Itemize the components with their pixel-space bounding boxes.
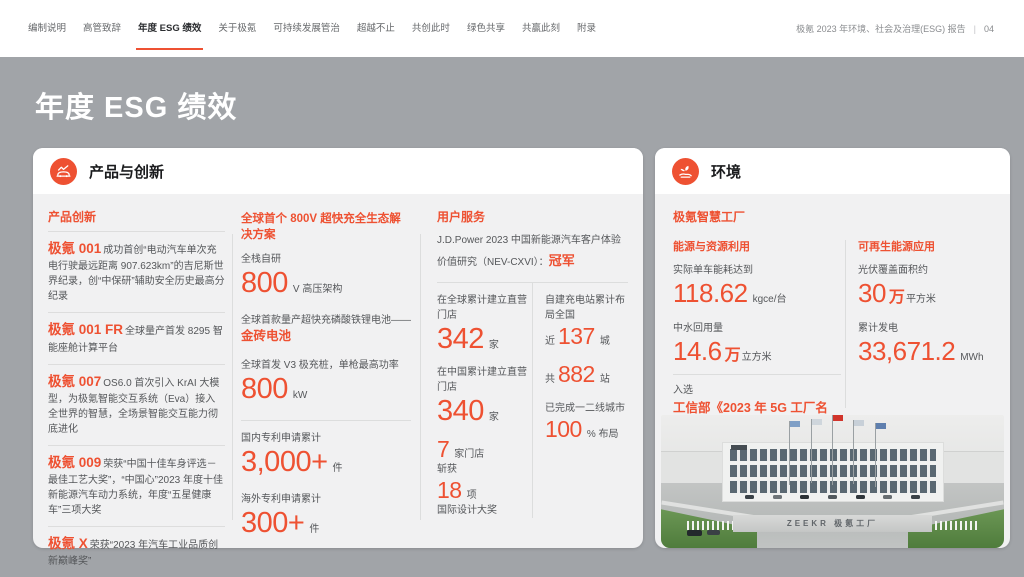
column-divider [845, 240, 846, 408]
parked-cars [745, 495, 920, 499]
stat-city-coverage: 100 % 布局 [544, 415, 619, 442]
nav-item-governance[interactable]: 可持续发展管治 [273, 0, 340, 57]
jdpower-award: J.D.Power 2023 中国新能源汽车客户体验价值研究（NEV-CXVI）… [437, 235, 621, 268]
nav-item-appendix[interactable]: 附录 [577, 0, 596, 57]
factory-heading: 极氪智慧工厂 [673, 210, 746, 224]
nav-item-green-share[interactable]: 绿色共享 [467, 0, 505, 57]
stat-label: 累计发电 [858, 322, 898, 334]
column-divider [232, 234, 233, 520]
page-number: 04 [983, 23, 994, 34]
product-card-body: 产品创新 极氪 001 成功首创“电动汽车单次充电行驶最远距离 907.623km… [33, 194, 643, 567]
nav-item-compilation[interactable]: 编制说明 [28, 0, 66, 57]
environment-card-title: 环境 [711, 163, 742, 181]
report-nav: 编制说明 高管致辞 年度 ESG 绩效 关于极氪 可持续发展管治 超越不止 共创… [28, 0, 596, 57]
energy-column: 能源与资源利用 实际单车能耗达到 118.62 kgce/台 中水回用量 14.… [673, 238, 841, 435]
stat-patents-cn: 3,000+ 件 [241, 446, 343, 479]
product-innovation-card: 产品与创新 产品创新 极氪 001 成功首创“电动汽车单次充电行驶最远距离 907… [33, 148, 643, 567]
list-item: 极氪 001 FR 全球量产首发 8295 智能座舱计算平台 [48, 312, 225, 363]
stat-label: 海外专利申请累计 [241, 494, 321, 506]
charging-tech-column: 全球首个 800V 超快充全生态解决方案 全栈自研 800 V 高压架构 全球首… [241, 210, 411, 540]
service-stats-right: 自建充电站累计布局全国 近 137 城 共 882 站 已完成一二线城市 100 [533, 283, 628, 518]
nav-item-ceo-message[interactable]: 高管致辞 [83, 0, 121, 57]
factory-photo: ZEEKR 极氪工厂 [661, 415, 1004, 548]
user-service-column: 用户服务 J.D.Power 2023 中国新能源汽车客户体验价值研究（NEV-… [437, 208, 628, 519]
stat-800v: 800 V 高压架构 [241, 267, 343, 299]
stat-energy-per-car: 118.62 kgce/台 [673, 278, 787, 308]
stat-solar-area: 30 万 平方米 [858, 278, 936, 308]
stat-stores-global: 342 家 [437, 323, 499, 355]
column-divider [420, 234, 421, 520]
nav-item-beyond[interactable]: 超越不止 [357, 0, 395, 57]
china-flag [833, 415, 843, 421]
tech-heading: 全球首个 800V 超快充全生态解决方案 [241, 213, 401, 241]
stat-label: 自建充电站累计布局全国 [544, 295, 625, 321]
hand-leaf-icon [672, 157, 699, 185]
list-item: 极氪 007 OS6.0 首次引入 KrAI 大模型，为极氪智能交互系统（Eva）… [48, 363, 225, 445]
battery-name: 金砖电池 [241, 328, 292, 343]
stat-label: 实际单车能耗达到 [673, 265, 753, 276]
stat-label: 国内专利申请累计 [241, 433, 321, 445]
report-title: 极氪 2023 年环境、社会及治理(ESG) 报告 [796, 24, 966, 34]
stat-awarded-stores: 7 家门店 [437, 435, 485, 462]
stat-stores-china: 340 家 [437, 394, 499, 427]
energy-heading: 能源与资源利用 [673, 241, 750, 253]
environment-card-header: 环境 [655, 148, 1010, 194]
stat-label: 斩获 [437, 464, 457, 476]
list-item: 极氪 001 成功首创“电动汽车单次充电行驶最远距离 907.623km”的吉尼斯… [48, 231, 225, 312]
stat-label: 在中国累计建立直营门店 [437, 366, 527, 393]
factory-building [723, 443, 943, 501]
renewable-heading: 可再生能源应用 [858, 241, 935, 253]
list-item: 极氪 009 荣获“中国十佳车身评选－最佳工艺大奖”，“中国心”2023 年度十佳… [48, 444, 225, 526]
factory-sign-wall: ZEEKR 极氪工厂 [733, 515, 932, 532]
stat-power-generated: 33,671.2 MWh [858, 335, 984, 366]
service-heading: 用户服务 [437, 210, 486, 224]
stat-sublabel: 国际设计大奖 [437, 505, 497, 517]
product-card-header: 产品与创新 [33, 148, 643, 194]
top-nav-bar: 编制说明 高管致辞 年度 ESG 绩效 关于极氪 可持续发展管治 超越不止 共创… [0, 0, 1024, 57]
service-stats: 在全球累计建立直营门店 342 家 在中国累计建立直营门店 340 家 7 家门… [437, 282, 628, 519]
product-card-title: 产品与创新 [89, 163, 165, 181]
nav-item-win-together[interactable]: 共赢此刻 [522, 0, 560, 57]
meta-divider: | [973, 23, 976, 34]
nav-item-about-zeekr[interactable]: 关于极氪 [218, 0, 256, 57]
award-label: 入选 [673, 385, 693, 397]
patent-block: 国内专利申请累计 3,000+ 件 海外专利申请累计 300+ 件 [241, 420, 411, 540]
building-logo [731, 445, 747, 450]
service-stats-left: 在全球累计建立直营门店 342 家 在中国累计建立直营门店 340 家 7 家门… [437, 283, 532, 518]
report-meta: 极氪 2023 年环境、社会及治理(ESG) 报告 | 04 [796, 22, 994, 35]
stat-charging-cities: 近 137 城 [544, 323, 610, 349]
battery-desc: 全球首款量产超快充磷酸铁锂电池—— [241, 314, 411, 326]
innovation-heading: 产品创新 [48, 210, 97, 224]
stat-800kw: 800 kW [241, 373, 308, 406]
page-title: 年度 ESG 绩效 [35, 92, 238, 124]
stat-label: 在全球累计建立直营门店 [437, 295, 527, 321]
stat-label: 已完成一二线城市 [544, 402, 625, 414]
stat-label: 中水回用量 [673, 322, 723, 334]
product-innovation-column: 产品创新 极氪 001 成功首创“电动汽车单次充电行驶最远距离 907.623km… [48, 208, 225, 577]
stat-label: 全栈自研 [241, 254, 281, 265]
stat-label: 全球首发 V3 极充桩，单枪最高功率 [241, 360, 399, 372]
nav-item-annual-esg[interactable]: 年度 ESG 绩效 [136, 0, 204, 57]
stat-patents-os: 300+ 件 [241, 507, 320, 540]
environment-card: 环境 极氪智慧工厂 能源与资源利用 实际单车能耗达到 118.62 kgce/台… [655, 148, 1010, 548]
environment-card-body: 极氪智慧工厂 能源与资源利用 实际单车能耗达到 118.62 kgce/台 中水… [655, 194, 1010, 548]
renewable-column: 可再生能源应用 光伏覆盖面积约 30 万 平方米 累计发电 33,671.2 M… [858, 238, 992, 365]
car-trend-icon [50, 157, 77, 185]
stat-design-awards: 18 项 [437, 477, 477, 504]
stat-water-reuse: 14.6 万 立方米 [673, 335, 772, 366]
nav-item-co-create[interactable]: 共创此时 [412, 0, 450, 57]
list-item: 极氪 X 荣获“2023 年汽车工业品质创新巅峰奖” [48, 526, 225, 577]
factory-sign-text: ZEEKR 极氪工厂 [786, 519, 879, 528]
stat-charging-stations: 共 882 站 [544, 361, 610, 388]
stat-label: 光伏覆盖面积约 [858, 265, 928, 276]
